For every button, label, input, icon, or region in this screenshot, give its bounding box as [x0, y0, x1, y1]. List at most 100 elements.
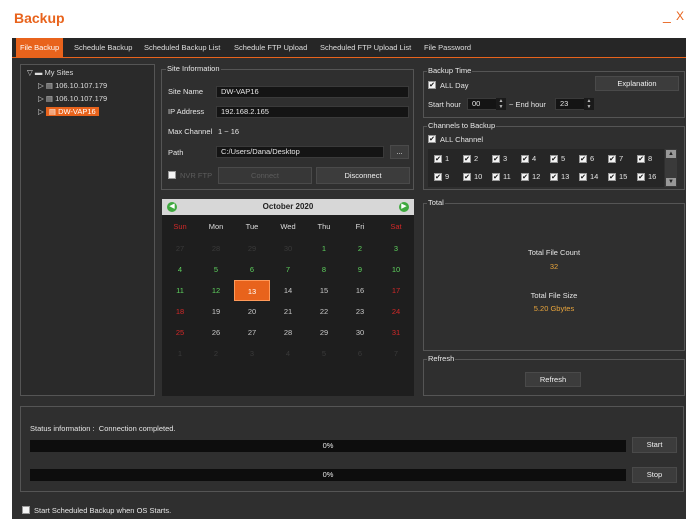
- tab-scheduled-ftp-upload-list[interactable]: Scheduled FTP Upload List: [316, 38, 415, 57]
- channel-checkbox-item[interactable]: ✔ 10: [463, 172, 482, 182]
- all-channel-checkbox[interactable]: ✔: [428, 135, 436, 143]
- channel-checkbox[interactable]: ✔: [637, 155, 645, 164]
- connect-button[interactable]: Connect: [218, 167, 312, 184]
- calendar-day[interactable]: 24: [378, 301, 414, 322]
- calendar-day[interactable]: 6: [234, 259, 270, 280]
- channel-checkbox-item[interactable]: ✔ 16: [637, 172, 656, 182]
- calendar-day[interactable]: 30: [342, 322, 378, 343]
- channel-checkbox-item[interactable]: ✔ 6: [579, 154, 594, 164]
- calendar-day[interactable]: 18: [162, 301, 198, 322]
- calendar-day[interactable]: 6: [342, 343, 378, 364]
- tab-schedule-ftp-upload[interactable]: Schedule FTP Upload: [230, 38, 311, 57]
- calendar-day[interactable]: 7: [378, 343, 414, 364]
- start-hour-stepper[interactable]: ▲ ▼: [496, 98, 506, 110]
- calendar-day[interactable]: 2: [198, 343, 234, 364]
- minimize-button[interactable]: _: [663, 7, 671, 23]
- close-button[interactable]: X: [676, 9, 684, 23]
- calendar-day[interactable]: 3: [234, 343, 270, 364]
- channel-checkbox[interactable]: ✔: [550, 155, 558, 164]
- calendar-day[interactable]: 5: [198, 259, 234, 280]
- end-hour-field[interactable]: 23: [555, 98, 585, 110]
- channel-checkbox[interactable]: ✔: [637, 173, 645, 182]
- calendar-day[interactable]: 4: [270, 343, 306, 364]
- calendar-day[interactable]: 22: [306, 301, 342, 322]
- calendar-day[interactable]: 29: [234, 238, 270, 259]
- calendar-day[interactable]: 15: [306, 280, 342, 301]
- calendar-day[interactable]: 27: [162, 238, 198, 259]
- calendar-day[interactable]: 9: [342, 259, 378, 280]
- scroll-down-icon[interactable]: ▼: [666, 178, 676, 186]
- path-field[interactable]: C:/Users/Dana/Desktop: [216, 146, 384, 158]
- calendar-day[interactable]: 8: [306, 259, 342, 280]
- calendar-day[interactable]: 20: [234, 301, 270, 322]
- calendar-day[interactable]: 23: [342, 301, 378, 322]
- calendar-day[interactable]: 1: [162, 343, 198, 364]
- start-hour-field[interactable]: 00: [467, 98, 497, 110]
- channel-checkbox[interactable]: ✔: [492, 155, 500, 164]
- channel-checkbox[interactable]: ✔: [463, 155, 471, 164]
- calendar-day[interactable]: 27: [234, 322, 270, 343]
- channel-checkbox-item[interactable]: ✔ 5: [550, 154, 565, 164]
- channel-checkbox-item[interactable]: ✔ 8: [637, 154, 652, 164]
- channel-checkbox-item[interactable]: ✔ 1: [434, 154, 449, 164]
- channel-checkbox[interactable]: ✔: [608, 173, 616, 182]
- channel-checkbox-item[interactable]: ✔ 11: [492, 172, 511, 182]
- calendar-day[interactable]: 30: [270, 238, 306, 259]
- channel-checkbox[interactable]: ✔: [608, 155, 616, 164]
- disconnect-button[interactable]: Disconnect: [316, 167, 410, 184]
- nvr-ftp-checkbox[interactable]: ✔: [168, 171, 176, 179]
- channel-checkbox[interactable]: ✔: [434, 173, 442, 182]
- tree-item[interactable]: ▷ ▤ 106.10.107.179: [38, 81, 107, 90]
- calendar-day[interactable]: 5: [306, 343, 342, 364]
- explanation-button[interactable]: Explanation: [595, 76, 679, 91]
- calendar-day[interactable]: 10: [378, 259, 414, 280]
- channel-scrollbar[interactable]: ▲ ▼: [665, 149, 677, 187]
- ip-address-field[interactable]: 192.168.2.165: [216, 106, 409, 118]
- browse-button[interactable]: ...: [390, 145, 409, 159]
- tree-item[interactable]: ▷ ▤ 106.10.107.179: [38, 94, 107, 103]
- channel-checkbox[interactable]: ✔: [550, 173, 558, 182]
- calendar-day[interactable]: 12: [198, 280, 234, 301]
- calendar-day[interactable]: 1: [306, 238, 342, 259]
- calendar-day[interactable]: 7: [270, 259, 306, 280]
- calendar-day[interactable]: 31: [378, 322, 414, 343]
- channel-checkbox-item[interactable]: ✔ 12: [521, 172, 540, 182]
- calendar-day[interactable]: 29: [306, 322, 342, 343]
- channel-checkbox[interactable]: ✔: [492, 173, 500, 182]
- channel-checkbox-item[interactable]: ✔ 9: [434, 172, 449, 182]
- calendar-day[interactable]: 2: [342, 238, 378, 259]
- tab-file-backup[interactable]: File Backup: [16, 38, 64, 57]
- calendar-day[interactable]: 28: [270, 322, 306, 343]
- channel-checkbox-item[interactable]: ✔ 13: [550, 172, 569, 182]
- channel-checkbox-item[interactable]: ✔ 14: [579, 172, 598, 182]
- tab-scheduled-backup-list[interactable]: Scheduled Backup List: [140, 38, 224, 57]
- calendar-day[interactable]: 16: [342, 280, 378, 301]
- calendar-day[interactable]: 3: [378, 238, 414, 259]
- calendar-day[interactable]: 14: [270, 280, 306, 301]
- calendar-day[interactable]: 19: [198, 301, 234, 322]
- channel-checkbox[interactable]: ✔: [579, 173, 587, 182]
- refresh-button[interactable]: Refresh: [525, 372, 581, 387]
- channel-checkbox-item[interactable]: ✔ 2: [463, 154, 478, 164]
- calendar-day[interactable]: 11: [162, 280, 198, 301]
- calendar-day[interactable]: 17: [378, 280, 414, 301]
- channel-checkbox[interactable]: ✔: [521, 173, 529, 182]
- calendar-day[interactable]: 26: [198, 322, 234, 343]
- channel-checkbox-item[interactable]: ✔ 4: [521, 154, 536, 164]
- scroll-up-icon[interactable]: ▲: [666, 150, 676, 158]
- calendar-day[interactable]: 25: [162, 322, 198, 343]
- calendar-day-selected[interactable]: 13: [234, 280, 270, 301]
- all-day-checkbox[interactable]: ✔: [428, 81, 436, 89]
- calendar-day[interactable]: 4: [162, 259, 198, 280]
- tab-schedule-backup[interactable]: Schedule Backup: [70, 38, 136, 57]
- channel-checkbox[interactable]: ✔: [579, 155, 587, 164]
- channel-checkbox[interactable]: ✔: [521, 155, 529, 164]
- start-button[interactable]: Start: [632, 437, 677, 453]
- calendar-day[interactable]: 21: [270, 301, 306, 322]
- arrow-right-icon[interactable]: ▶: [399, 202, 409, 212]
- tree-root[interactable]: ▽ ▬ My Sites: [27, 68, 73, 77]
- stop-button[interactable]: Stop: [632, 467, 677, 483]
- calendar-day[interactable]: 28: [198, 238, 234, 259]
- tree-item-selected[interactable]: ▷ ▤ DW-VAP16: [38, 107, 99, 116]
- channel-checkbox[interactable]: ✔: [463, 173, 471, 182]
